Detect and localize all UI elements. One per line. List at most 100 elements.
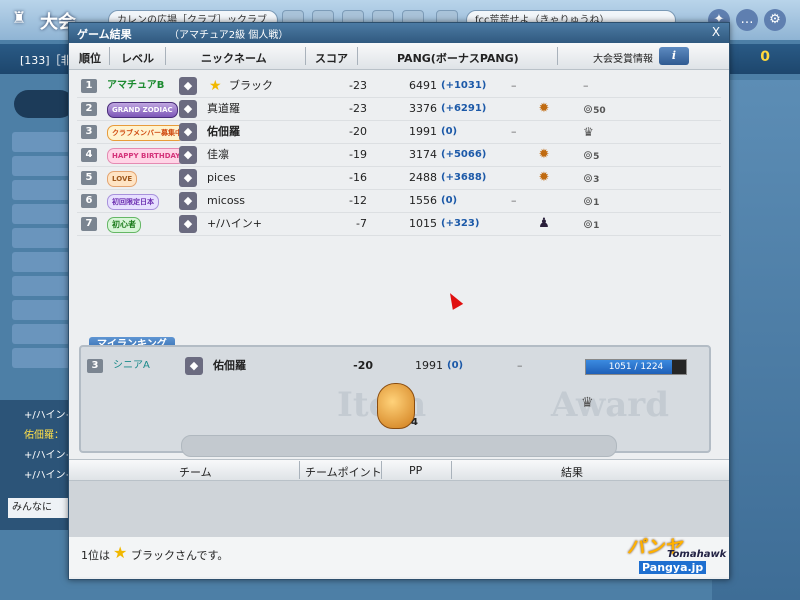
header-divider (357, 47, 358, 65)
level-label: アマチュアB (107, 80, 165, 91)
game-result-dialog: ゲーム結果 （アマチュア2級 個人戦） X 順位 レベル ニックネーム スコア … (68, 22, 730, 580)
info-button[interactable]: i (659, 47, 689, 65)
player-slot[interactable] (12, 156, 70, 176)
rank-number: 4 (81, 148, 97, 162)
player-slot[interactable] (12, 276, 70, 296)
rank-row[interactable]: 1 アマチュアB ◆ ★ ブラック -23 6491 (+1031) – – (77, 75, 721, 98)
pangya-logo: パンヤ Tomahawk Pangya.jp (617, 531, 726, 577)
rank-row[interactable]: 3 クラブメンバー募集中 ◆ 佑佃羅 -20 1991 (0) – ♛ (77, 121, 721, 144)
header-rank: 順位 (79, 52, 101, 65)
nickname: 佳凛 (207, 148, 229, 161)
player-slot[interactable] (12, 324, 70, 344)
nickname: pices (207, 171, 236, 184)
my-award-dash: – (517, 359, 523, 372)
team-table-header: チーム チームポイント PP 結果 (69, 459, 729, 481)
award-count: ⊚3 (583, 171, 600, 185)
chat-icon[interactable]: … (736, 9, 758, 31)
status-prefix: 1位は (81, 549, 110, 562)
player-slot[interactable] (12, 252, 70, 272)
avatar: ◆ (179, 123, 197, 141)
header-team: チーム (179, 466, 212, 479)
results-header: 順位 レベル ニックネーム スコア PANG(ボーナスPANG) 大会受賞情報 … (69, 43, 729, 70)
bonus-pang: (+1031) (441, 80, 487, 91)
my-nickname: 佑佃羅 (213, 359, 246, 372)
item-count: 4 (411, 417, 418, 428)
player-slot[interactable] (12, 204, 70, 224)
my-bonus: (0) (447, 360, 464, 371)
nickname: 佑佃羅 (207, 125, 240, 138)
rank-row[interactable]: 5 LOVE ◆ pices -16 2488 (+3688) ✹ ⊚3 (77, 167, 721, 190)
star-icon: ★ (113, 543, 128, 562)
header-level: レベル (121, 52, 154, 65)
pang-bag-icon[interactable] (377, 383, 415, 429)
rank-row[interactable]: 7 初心者 ◆ +/ハイン+ -7 1015 (+323) ♟ ⊚1 (77, 213, 721, 236)
player-slot[interactable] (12, 132, 70, 152)
avatar: ◆ (185, 357, 203, 375)
bonus-pang: (+323) (441, 218, 480, 229)
player-slot[interactable] (12, 228, 70, 248)
score: -7 (356, 217, 367, 230)
close-button[interactable]: X (709, 25, 723, 39)
award-count: ⊚50 (583, 102, 606, 116)
player-slots (6, 80, 70, 400)
avatar: ◆ (179, 77, 197, 95)
experience-label: 1051 / 1224 (608, 362, 664, 372)
header-team-points: チームポイント (305, 466, 382, 479)
my-rank-number: 3 (87, 359, 103, 373)
player-slot[interactable] (12, 348, 70, 368)
award-dash: – (511, 79, 517, 92)
dialog-title: ゲーム結果 (77, 28, 132, 41)
gear-icon[interactable]: ⚙ (764, 9, 786, 31)
header-divider (299, 461, 300, 479)
rank-row[interactable]: 4 HAPPY BIRTHDAY ◆ 佳凛 -19 3174 (+5066) ✹ ⊚5 (77, 144, 721, 167)
avatar: ◆ (179, 100, 197, 118)
header-divider (451, 461, 452, 479)
nickname: +/ハイン+ (207, 217, 262, 230)
dialog-titlebar[interactable]: ゲーム結果 （アマチュア2級 個人戦） X (69, 23, 729, 43)
status-bar: 1位は ★ ブラックさんです。 パンヤ Tomahawk Pangya.jp (69, 537, 729, 577)
title-badge: HAPPY BIRTHDAY (107, 148, 185, 164)
title-badge: LOVE (107, 171, 138, 187)
medal-icon: ✹ (538, 101, 550, 116)
header-nickname: ニックネーム (201, 52, 267, 65)
ghost-icon: ♟ (538, 216, 550, 231)
medal-icon: ✹ (538, 170, 550, 185)
title-badge: 初心者 (107, 217, 141, 233)
nickname: 真道羅 (207, 102, 240, 115)
my-ranking-row: 3 シニアA ◆ 佑佃羅 -20 1991 (0) – 1051 / 1224 (83, 355, 707, 377)
pang: 3376 (409, 102, 437, 115)
avatar: ◆ (179, 169, 197, 187)
award-watermark: Award (551, 385, 669, 425)
chat-target-select[interactable]: みんなに (8, 498, 68, 518)
pang: 1991 (409, 125, 437, 138)
rank-list: 1 アマチュアB ◆ ★ ブラック -23 6491 (+1031) – – 2 GRAND ZODI… (77, 75, 721, 236)
rank-number: 6 (81, 194, 97, 208)
score: -19 (349, 148, 367, 161)
header-pang: PANG(ボーナスPANG) (397, 52, 519, 65)
my-score: -20 (353, 359, 373, 372)
header-result: 結果 (561, 466, 583, 479)
header-award-info: 大会受賞情報 (593, 54, 653, 65)
score: -23 (349, 102, 367, 115)
rank-number: 2 (81, 102, 97, 116)
dialog-subtitle: （アマチュア2級 個人戦） (169, 30, 289, 41)
chat-line: 佑佃羅： (24, 430, 64, 441)
rank-row[interactable]: 2 GRAND ZODIAC ◆ 真道羅 -23 3376 (+6291) ✹ ⊚50 (77, 98, 721, 121)
player-slot[interactable] (12, 180, 70, 200)
bonus-pang: (0) (441, 195, 458, 206)
title-badge: 初回限定日本 (107, 194, 159, 210)
award-count: ⊚5 (583, 148, 600, 162)
header-divider (109, 47, 110, 65)
rank-row[interactable]: 6 初回限定日本 ◆ micoss -12 1556 (0) – ⊚1 (77, 190, 721, 213)
trophy-icon: ♜ (12, 8, 27, 27)
room-label: [133]［非 (20, 54, 72, 67)
pang: 1556 (409, 194, 437, 207)
avatar: ◆ (179, 146, 197, 164)
item-scrollbar[interactable] (181, 435, 617, 457)
header-pp: PP (409, 464, 423, 477)
header-divider (165, 47, 166, 65)
player-slot[interactable] (12, 300, 70, 320)
nickname: ブラック (229, 79, 273, 92)
avatar: ◆ (179, 215, 197, 233)
pang: 2488 (409, 171, 437, 184)
